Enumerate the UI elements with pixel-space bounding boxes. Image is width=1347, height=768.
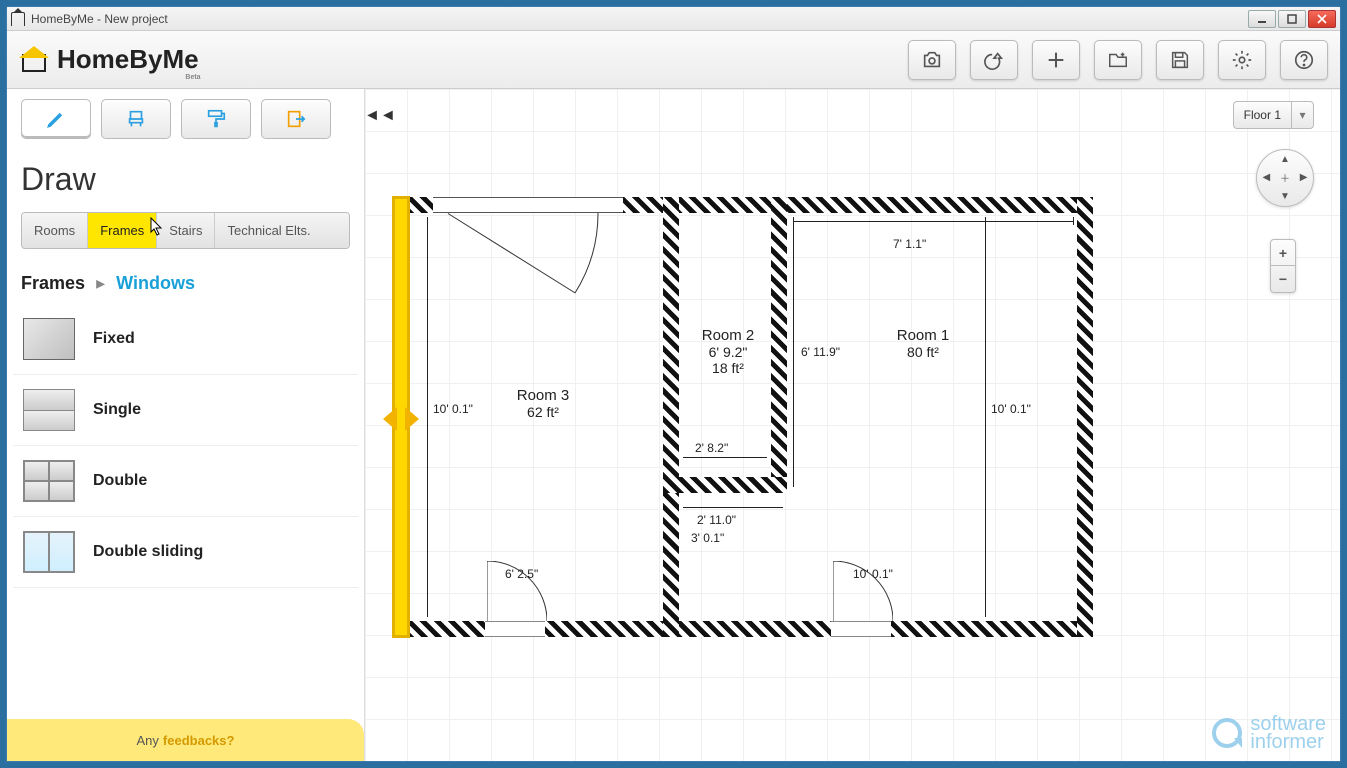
wall-segment[interactable] [771,197,787,493]
zoom-control: + − [1270,239,1296,293]
mode-tabs [7,89,364,139]
mode-tab-draw[interactable] [21,99,91,139]
window-double-icon [23,460,75,502]
wall-drag-handle[interactable] [383,407,419,431]
zoom-in-button[interactable]: + [1271,240,1295,266]
list-item-double[interactable]: Double [13,446,358,517]
feedback-link[interactable]: feedbacks? [163,733,235,748]
window-double-sliding-icon [23,531,75,573]
pan-center[interactable]: ＋ [1276,169,1295,188]
save-icon [1169,49,1191,71]
save-button[interactable] [1156,40,1204,80]
dimension[interactable]: 6' 2.5" [505,567,538,581]
collapse-sidebar-button[interactable]: ◄◄ [365,103,395,129]
mode-tab-furnish[interactable] [101,99,171,139]
sidebar: ◄◄ Draw Rooms Frames Sta [7,89,365,761]
dimension[interactable]: 2' 11.0" [697,513,736,527]
app-window: HomeByMe - New project HomeByMe Beta [6,6,1341,762]
plus-icon [1045,49,1067,71]
pan-control[interactable]: ▲ ◀＋▶ ▼ [1256,149,1314,207]
gear-icon [1231,49,1253,71]
room-label[interactable]: Room 1 80 ft² [863,327,983,360]
canvas[interactable]: Floor 1 ▾ ▲ ◀＋▶ ▼ + − [365,89,1340,761]
mode-tab-decorate[interactable] [181,99,251,139]
window-title: HomeByMe - New project [31,12,168,26]
brand-beta: Beta [185,74,200,81]
window-fixed-icon [23,318,75,360]
brand-name: HomeByMe [57,44,199,74]
door-opening[interactable] [485,621,545,637]
dimension[interactable]: 2' 8.2" [695,441,728,455]
pan-right[interactable]: ▶ [1294,169,1313,188]
breadcrumb-leaf[interactable]: Windows [116,273,195,293]
export-icon [285,108,307,130]
save-as-button[interactable] [1094,40,1142,80]
breadcrumb-root[interactable]: Frames [21,273,85,293]
undo-button[interactable] [970,40,1018,80]
section-title: Draw [7,139,364,212]
dimension[interactable]: 6' 11.9" [801,345,840,359]
list-item-single[interactable]: Single [13,375,358,446]
mode-tab-export[interactable] [261,99,331,139]
sub-tabs: Rooms Frames Stairs Technical Elts. [21,212,350,249]
window-close-button[interactable] [1308,10,1336,28]
floor-plan[interactable]: Room 3 62 ft² Room 2 6' 9.2" 18 ft² Room… [393,197,1093,637]
dimension[interactable]: 7' 1.1" [893,237,926,251]
undo-icon [983,49,1005,71]
software-informer-icon [1212,718,1242,748]
brand-logo[interactable]: HomeByMe Beta [19,44,199,75]
dimension[interactable]: 10' 0.1" [853,567,893,581]
dimension[interactable]: 10' 0.1" [433,402,473,416]
door-opening[interactable] [831,621,891,637]
pan-left[interactable]: ◀ [1257,169,1276,188]
room-label[interactable]: Room 2 6' 9.2" 18 ft² [683,327,773,376]
wall-segment[interactable] [663,493,679,637]
settings-button[interactable] [1218,40,1266,80]
sub-tab-rooms[interactable]: Rooms [22,213,88,248]
wall-segment[interactable] [1077,197,1093,637]
dimension[interactable]: 10' 0.1" [991,402,1031,416]
window-type-list: Fixed Single Double Double sliding [7,304,364,588]
pan-up[interactable]: ▲ [1276,150,1295,169]
folder-plus-icon [1107,49,1129,71]
feedback-bar[interactable]: Any feedbacks? [7,719,364,761]
pan-down[interactable]: ▼ [1276,187,1295,206]
wall-segment[interactable] [663,197,679,493]
floor-selector[interactable]: Floor 1 ▾ [1233,101,1314,129]
screenshot-button[interactable] [908,40,956,80]
breadcrumb: Frames ▸ Windows [7,249,364,304]
window-opening[interactable] [433,197,623,213]
watermark: software informer [1212,715,1326,751]
pencil-icon [45,108,67,130]
dimension[interactable]: 3' 0.1" [691,531,724,545]
house-icon [19,48,49,72]
list-item-double-sliding[interactable]: Double sliding [13,517,358,588]
wall-segment[interactable] [663,477,787,493]
camera-icon [921,49,943,71]
paint-roller-icon [205,108,227,130]
sub-tab-technical[interactable]: Technical Elts. [215,213,349,248]
window-single-icon [23,389,75,431]
sub-tab-stairs[interactable]: Stairs [157,213,215,248]
zoom-out-button[interactable]: − [1271,266,1295,292]
window-minimize-button[interactable] [1248,10,1276,28]
chair-icon [125,108,147,130]
app-mini-icon [11,12,25,26]
sub-tab-frames[interactable]: Frames [88,213,157,248]
door-arc [448,213,628,323]
chevron-left-double-icon: ◄◄ [364,107,396,125]
chevron-right-icon: ▸ [96,273,105,293]
list-item-fixed[interactable]: Fixed [13,304,358,375]
help-icon [1293,49,1315,71]
chevron-down-icon: ▾ [1291,102,1313,128]
help-button[interactable] [1280,40,1328,80]
title-bar: HomeByMe - New project [7,7,1340,31]
window-maximize-button[interactable] [1278,10,1306,28]
add-button[interactable] [1032,40,1080,80]
room-label[interactable]: Room 3 62 ft² [483,387,603,420]
app-header: HomeByMe Beta [7,31,1340,89]
